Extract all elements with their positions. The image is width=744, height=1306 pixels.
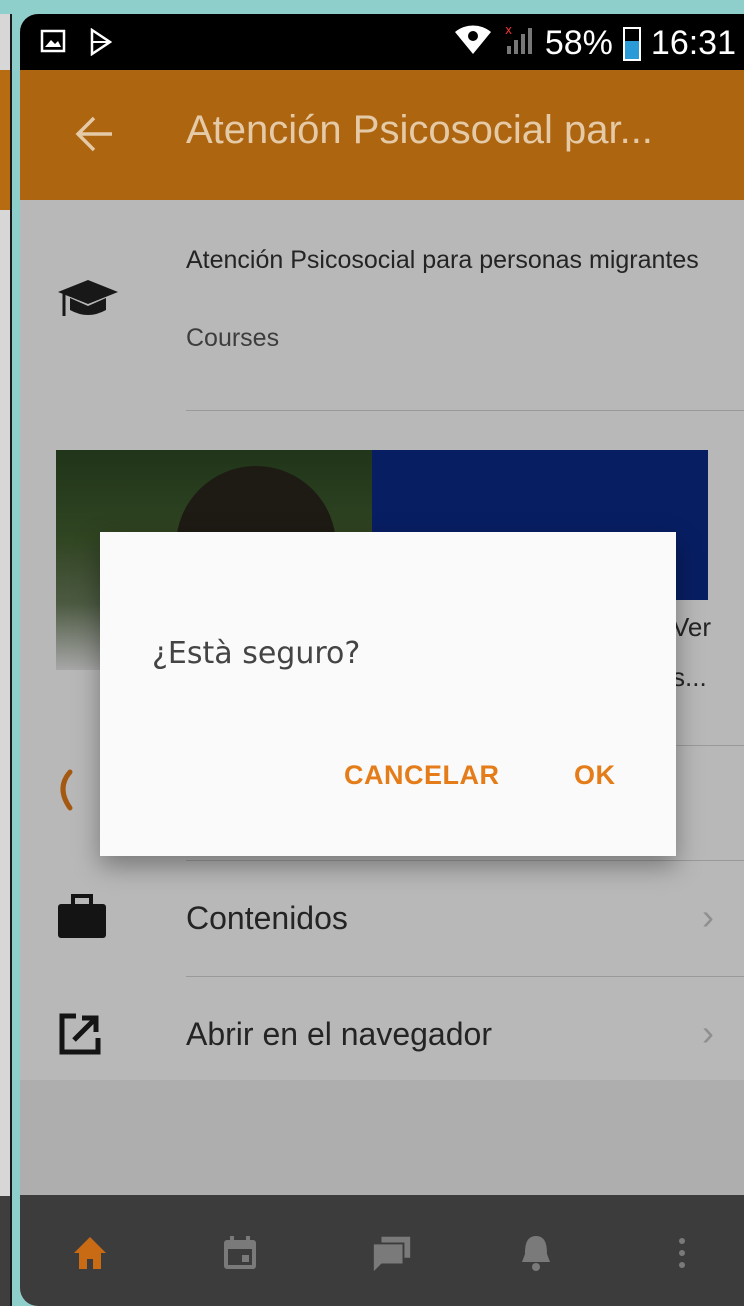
battery-icon — [622, 26, 641, 61]
dialog-message: ¿Està seguro? — [152, 636, 361, 671]
app-screen: x 58% 16:31 Atención Psicosocial par... … — [20, 14, 744, 1306]
ok-button[interactable]: OK — [574, 760, 616, 791]
home-icon[interactable] — [68, 1231, 112, 1275]
previous-screen-peek — [0, 14, 12, 1306]
phone-frame: x 58% 16:31 Atención Psicosocial par... … — [20, 14, 744, 1306]
wifi-icon — [453, 22, 493, 65]
calendar-icon[interactable] — [218, 1231, 262, 1275]
signal-icon: x — [503, 22, 535, 65]
bottom-navigation — [20, 1195, 744, 1306]
notifications-icon[interactable] — [514, 1231, 558, 1275]
more-vert-icon[interactable] — [660, 1231, 704, 1275]
status-bar: x 58% 16:31 — [20, 14, 744, 70]
confirm-dialog: ¿Està seguro? CANCELAR OK — [100, 532, 676, 856]
app-bar-scrim — [20, 70, 744, 200]
peek-bottom-nav — [0, 1196, 10, 1306]
battery-percent: 58% — [544, 24, 613, 62]
gallery-icon — [40, 28, 66, 56]
clock: 16:31 — [650, 24, 736, 62]
messages-icon[interactable] — [370, 1231, 414, 1275]
cancel-button[interactable]: CANCELAR — [344, 760, 500, 791]
peek-app-bar — [0, 70, 10, 210]
play-store-icon — [88, 28, 114, 56]
svg-text:x: x — [505, 23, 512, 37]
